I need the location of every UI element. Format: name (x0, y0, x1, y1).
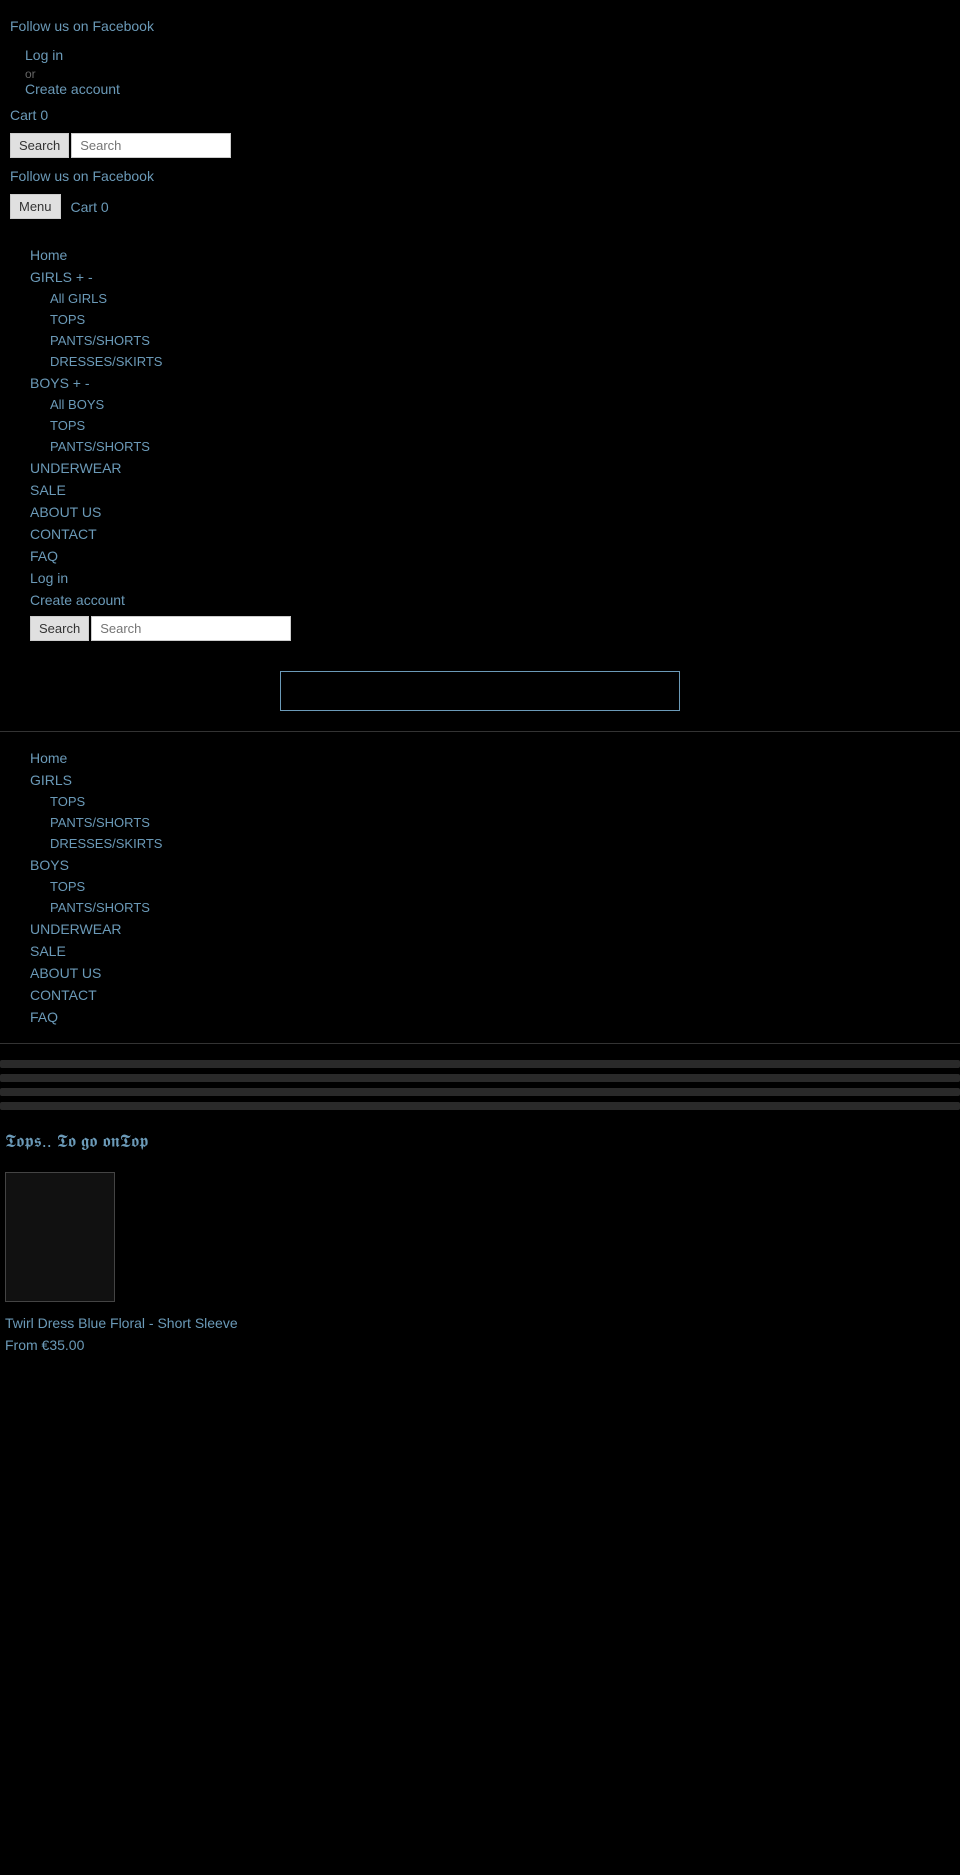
nav-girls-dresses[interactable]: DRESSES/SKIRTS (50, 351, 930, 372)
product-image[interactable] (5, 1172, 115, 1302)
nav-all-boys[interactable]: All BOYS (50, 394, 930, 415)
nav-boys[interactable]: BOYS + - (30, 372, 930, 394)
create-account-link[interactable]: Create account (25, 81, 940, 97)
social-text: 𝕿𝖔𝖕𝖘.. 𝕿𝖔 𝖌𝖔 𝖔𝖓𝕿𝖔𝖕 (5, 1131, 148, 1152)
cart-text[interactable]: Cart 0 (71, 199, 109, 215)
nav-create-account[interactable]: Create account (30, 589, 930, 611)
skeleton-bar-3 (0, 1088, 960, 1096)
nav-boys-pants[interactable]: PANTS/SHORTS (50, 436, 930, 457)
skeleton-bars (0, 1049, 960, 1121)
menu-cart-bar: Menu Cart 0 (5, 189, 960, 224)
footer-area (0, 1562, 960, 1862)
social-icons-row: 𝕿𝖔𝖕𝖘.. 𝕿𝖔 𝖌𝖔 𝖔𝖓𝕿𝖔𝖕 (0, 1121, 960, 1162)
nav2-girls-tops[interactable]: TOPS (50, 791, 930, 812)
nav-underwear[interactable]: UNDERWEAR (30, 457, 930, 479)
nav2-underwear[interactable]: UNDERWEAR (30, 918, 930, 940)
nav2-girls-dresses[interactable]: DRESSES/SKIRTS (50, 833, 930, 854)
search-input-top[interactable] (71, 133, 231, 158)
nav-section-2: Home GIRLS TOPS PANTS/SHORTS DRESSES/SKI… (0, 737, 960, 1038)
product-area: Twirl Dress Blue Floral - Short Sleeve F… (0, 1162, 960, 1562)
nav2-contact[interactable]: CONTACT (30, 984, 930, 1006)
skeleton-bar-2 (0, 1074, 960, 1082)
nav2-boys-tops[interactable]: TOPS (50, 876, 930, 897)
product-price: From €35.00 (5, 1334, 955, 1356)
follow-facebook-link-2[interactable]: Follow us on Facebook (5, 163, 960, 189)
nav2-about-us[interactable]: ABOUT US (30, 962, 930, 984)
nav-girls-sub: All GIRLS TOPS PANTS/SHORTS DRESSES/SKIR… (30, 288, 930, 372)
nav2-boys-pants[interactable]: PANTS/SHORTS (50, 897, 930, 918)
nav-boys-tops[interactable]: TOPS (50, 415, 930, 436)
search-bar-top: Search (5, 128, 960, 163)
nav-login[interactable]: Log in (30, 567, 930, 589)
login-link[interactable]: Log in (25, 47, 940, 63)
follow-facebook-link[interactable]: Follow us on Facebook (5, 10, 960, 42)
skeleton-bar-4 (0, 1102, 960, 1110)
cart-bar-top[interactable]: Cart 0 (5, 102, 960, 128)
search-button-menu[interactable]: Search (30, 616, 89, 641)
nav-menu-expanded: Home GIRLS + - All GIRLS TOPS PANTS/SHOR… (0, 234, 960, 656)
search-bar-menu: Search (30, 611, 930, 646)
nav2-boys[interactable]: BOYS (30, 854, 930, 876)
nav-boys-sub: All BOYS TOPS PANTS/SHORTS (30, 394, 930, 457)
nav-girls-tops[interactable]: TOPS (50, 309, 930, 330)
menu-button[interactable]: Menu (10, 194, 61, 219)
nav2-sale[interactable]: SALE (30, 940, 930, 962)
nav2-girls-pants[interactable]: PANTS/SHORTS (50, 812, 930, 833)
large-search-box (0, 656, 960, 726)
large-search-input[interactable] (280, 671, 680, 711)
nav-home[interactable]: Home (30, 244, 930, 266)
divider-2 (0, 1043, 960, 1044)
product-title: Twirl Dress Blue Floral - Short Sleeve (5, 1310, 955, 1334)
nav-faq[interactable]: FAQ (30, 545, 930, 567)
nav-all-girls[interactable]: All GIRLS (50, 288, 930, 309)
divider-1 (0, 731, 960, 732)
skeleton-bar-1 (0, 1060, 960, 1068)
nav-about-us[interactable]: ABOUT US (30, 501, 930, 523)
nav2-girls[interactable]: GIRLS (30, 769, 930, 791)
nav-contact[interactable]: CONTACT (30, 523, 930, 545)
nav2-home[interactable]: Home (30, 747, 930, 769)
search-button-top[interactable]: Search (10, 133, 69, 158)
search-input-menu[interactable] (91, 616, 291, 641)
nav-sale[interactable]: SALE (30, 479, 930, 501)
nav-girls[interactable]: GIRLS + - (30, 266, 930, 288)
nav2-faq[interactable]: FAQ (30, 1006, 930, 1028)
auth-links: Log in or Create account (5, 42, 960, 102)
nav2-girls-sub: TOPS PANTS/SHORTS DRESSES/SKIRTS (30, 791, 930, 854)
nav2-boys-sub: TOPS PANTS/SHORTS (30, 876, 930, 918)
top-section: Follow us on Facebook Log in or Create a… (0, 0, 960, 234)
nav-girls-pants[interactable]: PANTS/SHORTS (50, 330, 930, 351)
or-text: or (25, 67, 36, 81)
